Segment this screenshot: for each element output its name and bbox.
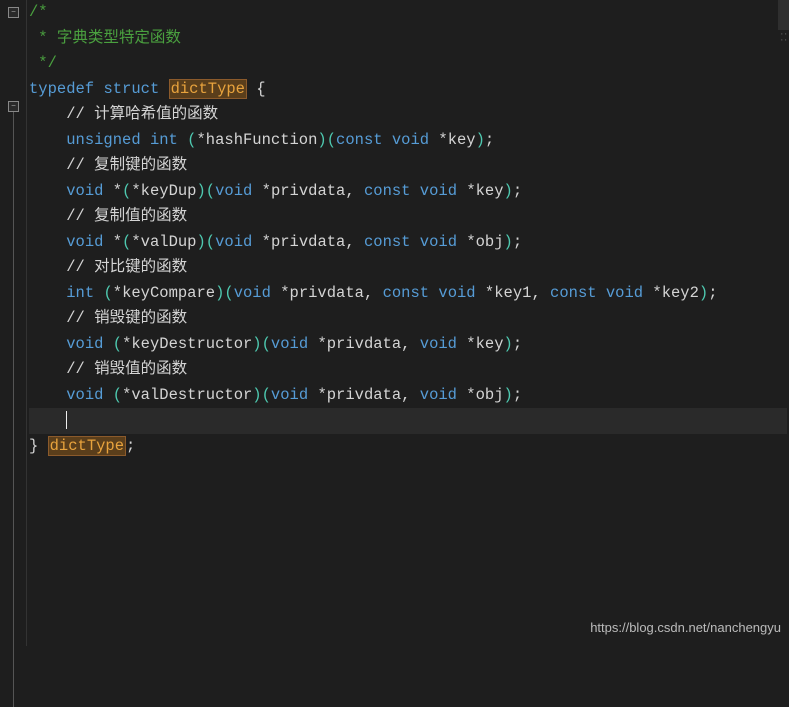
comment-cmp: // 对比键的函数 xyxy=(66,258,187,276)
keyword-typedef: typedef xyxy=(29,80,94,98)
fold-guide-line xyxy=(13,112,14,707)
comment-keydup: // 复制键的函数 xyxy=(66,156,187,174)
comment-block-close: */ xyxy=(29,54,57,72)
fn-valDup: valDup xyxy=(141,233,197,251)
fn-keyDestructor: keyDestructor xyxy=(131,335,252,353)
cursor-line[interactable] xyxy=(29,408,787,434)
fn-valDestructor: valDestructor xyxy=(131,386,252,404)
text-cursor xyxy=(66,411,67,429)
code-editor[interactable]: − − /* * 字典类型特定函数 */ typedef struct dict… xyxy=(0,0,789,646)
comment-vdes: // 销毁值的函数 xyxy=(66,360,187,378)
comment-block-body: * 字典类型特定函数 xyxy=(29,29,181,47)
minimap-scrollbar[interactable] xyxy=(778,0,789,30)
comment-valdup: // 复制值的函数 xyxy=(66,207,187,225)
comment-hash: // 计算哈希值的函数 xyxy=(66,105,218,123)
comment-block-open: /* xyxy=(29,3,48,21)
fold-handle-icon[interactable]: − xyxy=(8,7,19,18)
fold-gutter: − − xyxy=(0,0,27,646)
type-name-close: dictType xyxy=(48,436,126,456)
type-name: dictType xyxy=(169,79,247,99)
keyword-struct: struct xyxy=(103,80,159,98)
fold-handle-icon[interactable]: − xyxy=(8,101,19,112)
watermark-text: https://blog.csdn.net/nanchengyu xyxy=(590,615,781,641)
fn-keyDup: keyDup xyxy=(141,182,197,200)
minimap-icon: ∙∙∙∙ xyxy=(779,32,787,44)
comment-kdes: // 销毁键的函数 xyxy=(66,309,187,327)
fn-hashFunction: hashFunction xyxy=(206,131,318,149)
fn-keyCompare: keyCompare xyxy=(122,284,215,302)
code-text-area[interactable]: /* * 字典类型特定函数 */ typedef struct dictType… xyxy=(27,0,789,646)
